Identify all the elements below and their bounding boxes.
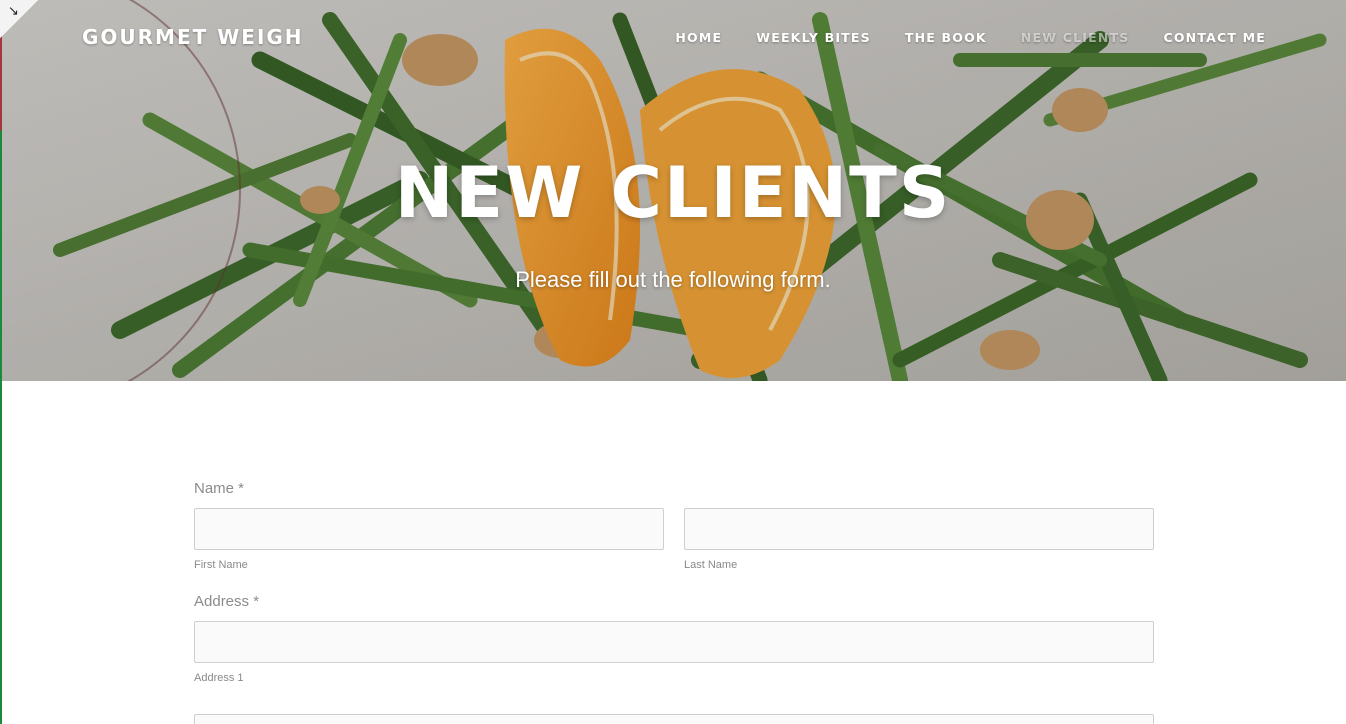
- address-1-input[interactable]: [194, 621, 1154, 663]
- name-label: Name *: [194, 480, 245, 497]
- nav-home[interactable]: HOME: [675, 30, 722, 45]
- nav-contact-me[interactable]: CONTACT ME: [1163, 30, 1266, 45]
- page-subtitle: Please fill out the following form.: [515, 267, 831, 292]
- nav-the-book[interactable]: THE BOOK: [905, 30, 987, 45]
- address-2-input[interactable]: [194, 714, 1154, 724]
- browser-edge-strip: [0, 0, 2, 724]
- hero-banner: GOURMET WEIGH HOME WEEKLY BITES THE BOOK…: [0, 0, 1346, 381]
- corner-toggle[interactable]: ↘: [0, 0, 38, 38]
- address-label: Address *: [194, 593, 260, 610]
- first-name-sublabel: First Name: [194, 559, 248, 571]
- nav-new-clients[interactable]: NEW CLIENTS: [1021, 30, 1130, 45]
- address-1-sublabel: Address 1: [194, 672, 244, 684]
- page-title: NEW CLIENTS: [394, 152, 952, 234]
- address-field-group: Address * Address 1: [194, 593, 1154, 724]
- site-title[interactable]: GOURMET WEIGH: [82, 25, 304, 49]
- expand-arrow-icon: ↘: [8, 4, 19, 19]
- main-nav: HOME WEEKLY BITES THE BOOK NEW CLIENTS C…: [675, 30, 1266, 45]
- new-client-form: Name * First Name Last Name Address * Ad…: [194, 480, 1154, 724]
- last-name-input[interactable]: [684, 508, 1154, 550]
- page: ↘ GOURMET WEIGH HOME WEEKLY BITES THE BO…: [0, 0, 1346, 724]
- name-field-group: Name * First Name Last Name: [194, 480, 1154, 571]
- first-name-input[interactable]: [194, 508, 664, 550]
- nav-weekly-bites[interactable]: WEEKLY BITES: [756, 30, 871, 45]
- last-name-sublabel: Last Name: [684, 559, 738, 571]
